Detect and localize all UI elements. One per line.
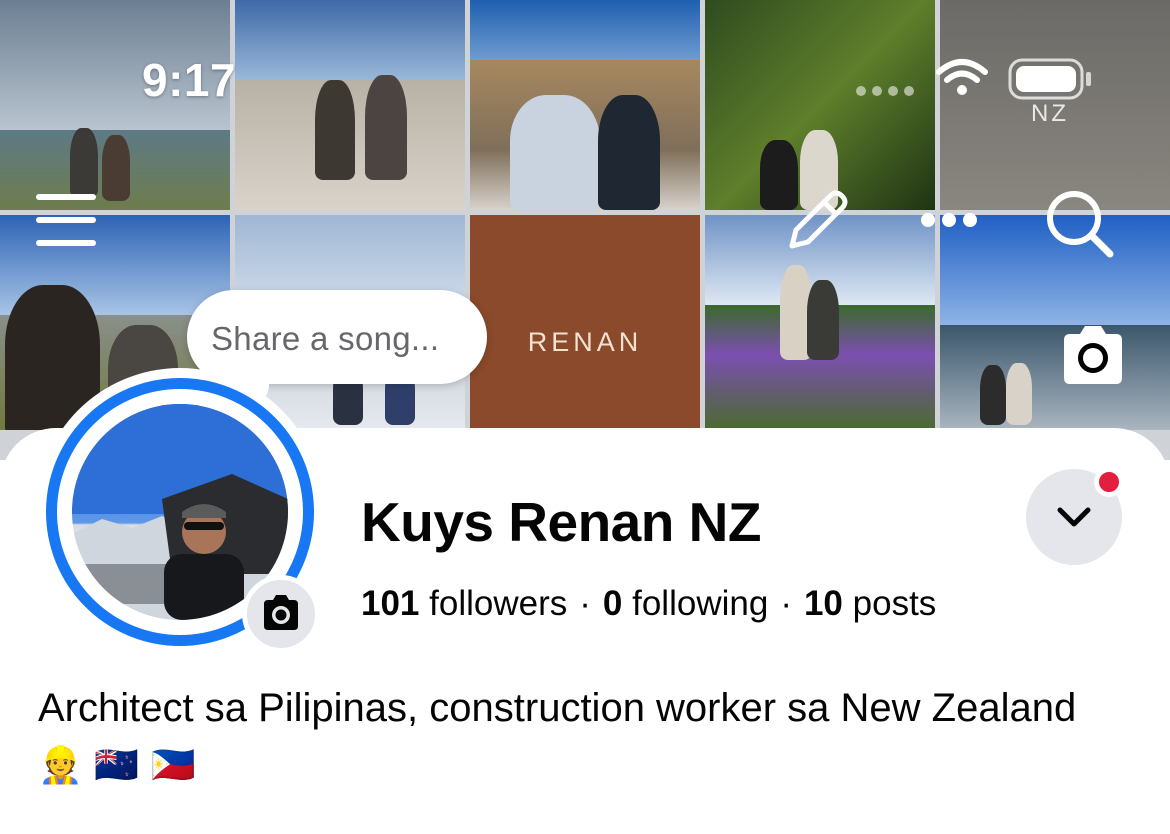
following-label: following	[632, 584, 769, 623]
bio-text: Architect sa Pilipinas, construction wor…	[38, 686, 1077, 730]
cover-tile-3	[470, 0, 700, 210]
cover-tile-4	[705, 0, 935, 210]
status-dots-icon	[854, 84, 918, 98]
share-song-bubble[interactable]: Share a song...	[187, 290, 487, 384]
status-time: 9:17	[142, 54, 237, 106]
posts-label: posts	[852, 584, 937, 623]
chevron-down-icon	[1057, 507, 1091, 527]
carrier-label: NZ	[1031, 100, 1069, 127]
cover-tile-2	[235, 0, 465, 210]
following-stat[interactable]: 0 following	[603, 584, 768, 623]
posts-count: 10	[803, 584, 843, 623]
notification-dot	[1094, 467, 1124, 497]
following-count: 0	[602, 584, 623, 623]
share-song-placeholder: Share a song...	[211, 320, 440, 357]
profile-name: Kuys Renan NZ	[361, 491, 761, 553]
more-horizontal-icon[interactable]	[919, 211, 979, 229]
cover-tile-text: RENAN	[527, 327, 643, 357]
followers-stat[interactable]: 101 followers	[361, 584, 567, 623]
posts-stat: 10 posts	[804, 584, 936, 623]
camera-icon	[264, 595, 298, 630]
followers-label: followers	[429, 584, 568, 623]
hamburger-menu-icon[interactable]	[34, 192, 98, 248]
search-icon[interactable]	[1044, 188, 1116, 260]
cover-camera-icon[interactable]	[1058, 324, 1128, 386]
bio-emojis: 👷 🇳🇿 🇵🇭	[38, 745, 196, 786]
battery-icon	[1008, 58, 1094, 100]
avatar-camera-button[interactable]	[242, 575, 320, 653]
pencil-icon[interactable]	[782, 186, 852, 256]
wifi-icon	[935, 58, 989, 98]
followers-count: 101	[361, 584, 420, 623]
profile-bio: Architect sa Pilipinas, construction wor…	[38, 680, 1118, 794]
stats-separator: ·	[579, 584, 591, 623]
cover-tile-8: RENAN	[470, 215, 700, 430]
profile-stats: 101 followers · 0 following · 10 posts	[361, 584, 936, 624]
stats-separator: ·	[780, 584, 792, 623]
